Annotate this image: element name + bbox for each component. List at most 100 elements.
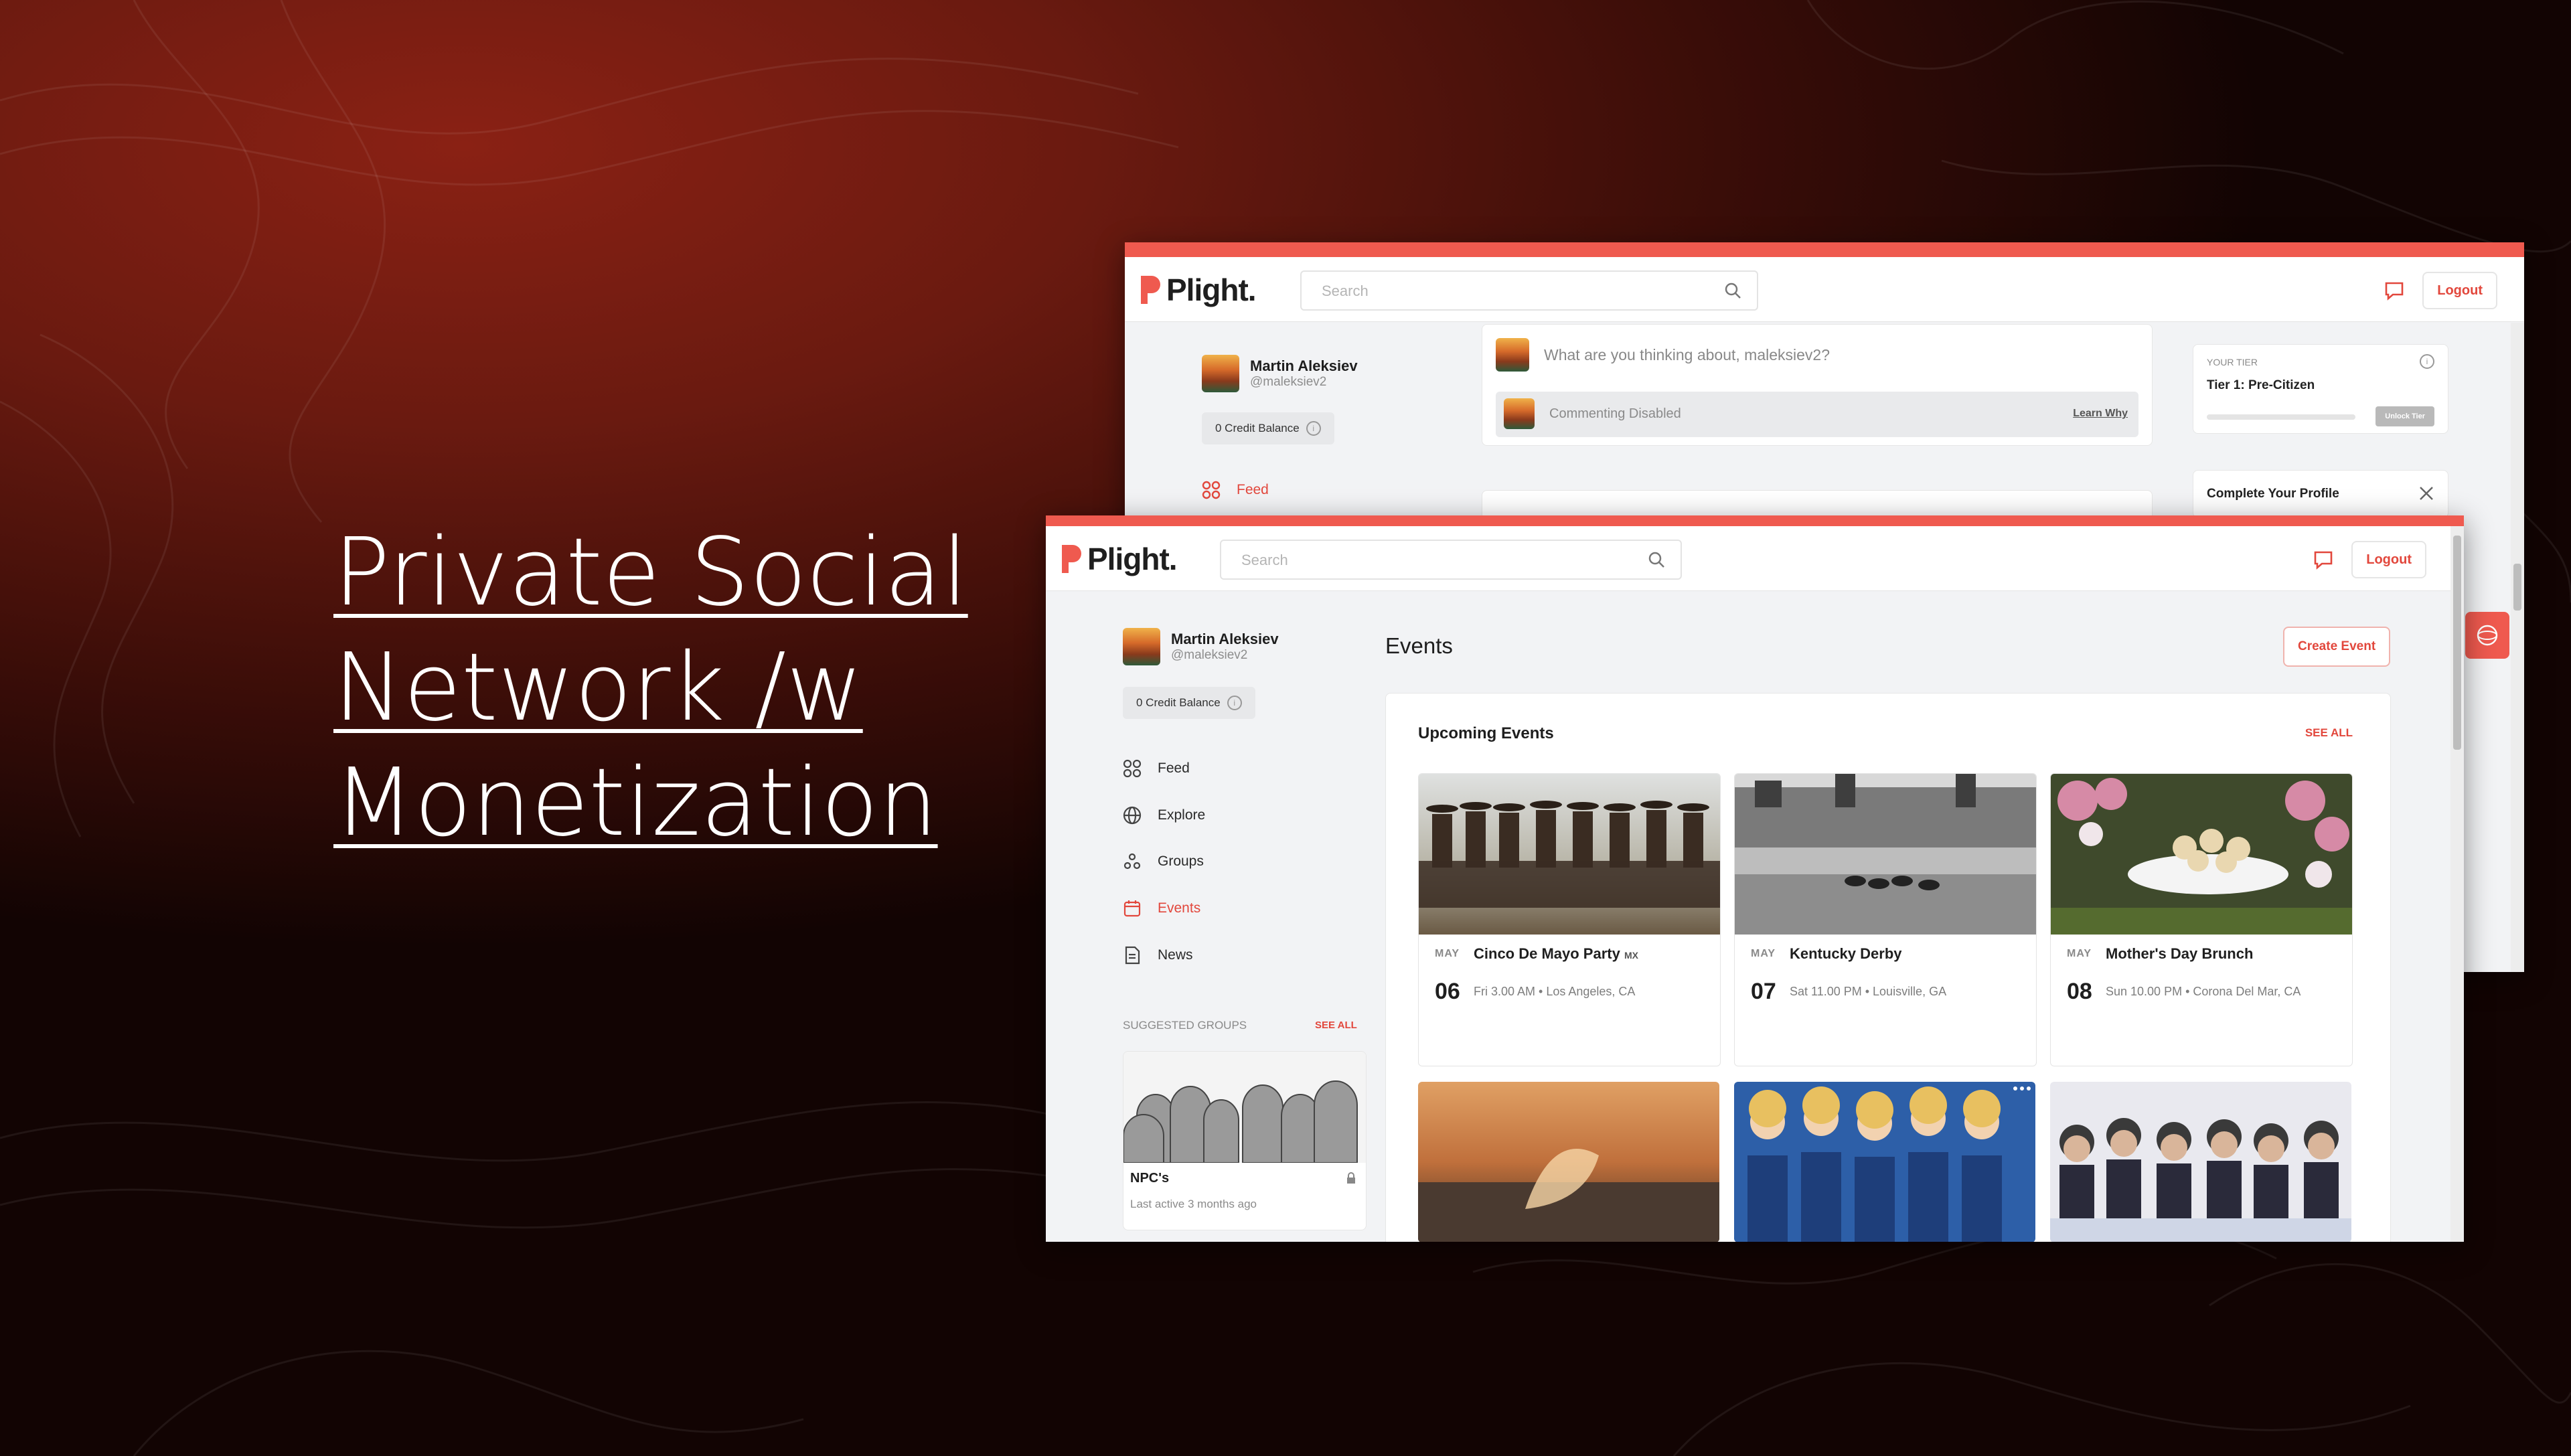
lock-icon	[1347, 1172, 1355, 1184]
event-month: MAY	[1435, 948, 1460, 959]
chat-icon[interactable]	[2313, 549, 2334, 570]
event-title: Kentucky Derby	[1790, 945, 1902, 962]
commenting-disabled-text: Commenting Disabled	[1549, 406, 1681, 421]
globe-icon	[1123, 806, 1142, 825]
event-day: 08	[2067, 979, 2092, 1004]
post-composer: What are you thinking about, maleksiev2?…	[1482, 324, 2153, 446]
event-image	[1419, 774, 1720, 935]
logout-button[interactable]: Logout	[2422, 272, 2497, 309]
event-flag: MX	[1624, 950, 1638, 961]
nav-item-feed[interactable]: Feed	[1202, 481, 1269, 499]
event-meta: Sat 11.00 PM • Louisville, GA	[1790, 985, 1947, 998]
user-name: Martin Aleksiev	[1250, 357, 1358, 374]
search-placeholder: Search	[1322, 282, 1369, 299]
sidebar-item-news[interactable]: News	[1123, 946, 1193, 965]
credit-balance-label: 0 Credit Balance	[1215, 422, 1300, 434]
floating-action-button[interactable]	[2465, 612, 2509, 659]
tier-card: YOUR TIER i Tier 1: Pre-Citizen Unlock T…	[2193, 344, 2448, 434]
groups-icon	[1123, 853, 1141, 870]
avatar[interactable]	[1202, 355, 1239, 392]
scrollbar-thumb[interactable]	[2453, 536, 2461, 750]
chat-icon[interactable]	[2384, 280, 2405, 301]
headline-line-1: Private Social	[333, 518, 968, 627]
search-icon	[1648, 552, 1664, 568]
user-name: Martin Aleksiev	[1171, 631, 1279, 647]
sidebar-item-label: Feed	[1158, 760, 1190, 776]
event-card[interactable]: MAY Mother's Day Brunch 08 Sun 10.00 PM …	[2050, 773, 2353, 1066]
headline: Private Social Network /w Monetization	[333, 515, 1057, 861]
document-icon	[1125, 946, 1140, 965]
avatar	[1123, 628, 1160, 665]
tier-name: Tier 1: Pre-Citizen	[2207, 378, 2315, 392]
create-event-button[interactable]: Create Event	[2283, 627, 2391, 667]
info-icon: i	[1227, 696, 1242, 710]
event-image	[2051, 774, 2352, 935]
page-title: Events	[1385, 633, 1453, 658]
event-month: MAY	[2067, 948, 2092, 959]
complete-profile-card[interactable]: Complete Your Profile	[2193, 470, 2448, 518]
event-image	[2050, 1082, 2351, 1242]
event-image	[1734, 1082, 2035, 1242]
upcoming-events-title: Upcoming Events	[1418, 724, 1554, 742]
event-month: MAY	[1751, 948, 1776, 959]
brand-name: Plight.	[1087, 542, 1178, 576]
upcoming-events-see-all[interactable]: SEE ALL	[2305, 726, 2353, 740]
event-card[interactable]: MAY Cinco De Mayo Party MX 06 Fri 3.00 A…	[1418, 773, 1721, 1066]
scrollbar-thumb[interactable]	[2513, 564, 2521, 611]
logout-button[interactable]: Logout	[2351, 541, 2426, 578]
info-icon: i	[1306, 421, 1321, 436]
close-icon[interactable]	[2418, 485, 2434, 501]
user-profile[interactable]: Martin Aleksiev @maleksiev2	[1123, 628, 1279, 665]
headline-line-3: Monetization	[333, 748, 938, 858]
event-meta: Fri 3.00 AM • Los Angeles, CA	[1474, 985, 1636, 998]
event-day: 07	[1751, 979, 1776, 1004]
front-screenshot: Plight. Search Logout Martin Aleksiev @m…	[1046, 515, 2464, 1242]
scrollbar[interactable]	[2450, 526, 2464, 1242]
credit-balance[interactable]: 0 Credit Balance i	[1202, 412, 1334, 444]
app-header: Plight. Search Logout	[1046, 526, 2464, 591]
group-name: NPC's	[1130, 1171, 1170, 1186]
composer-avatar	[1496, 338, 1529, 372]
event-day: 06	[1435, 979, 1460, 1004]
event-card[interactable]	[2050, 1082, 2351, 1242]
event-title: Cinco De Mayo Party MX	[1474, 945, 1638, 962]
suggested-groups-heading: SUGGESTED GROUPS	[1123, 1019, 1247, 1032]
group-image	[1123, 1052, 1366, 1163]
complete-profile-label: Complete Your Profile	[2207, 487, 2339, 501]
commenting-disabled-bar: Commenting Disabled Learn Why	[1496, 392, 2138, 437]
top-accent-bar	[1125, 242, 2524, 257]
user-handle: @maleksiev2	[1250, 375, 1327, 389]
search-input[interactable]: Search	[1300, 270, 1758, 311]
search-icon	[1725, 282, 1741, 299]
brand-logo[interactable]: Plight.	[1138, 272, 1257, 308]
search-input[interactable]: Search	[1220, 540, 1682, 580]
brand-logo[interactable]: Plight.	[1059, 541, 1178, 577]
sidebar-item-explore[interactable]: Explore	[1123, 806, 1205, 825]
event-image	[1735, 774, 2036, 935]
logo-mark-icon	[1062, 545, 1081, 573]
grid-icon	[1202, 481, 1221, 499]
credit-balance[interactable]: 0 Credit Balance i	[1123, 687, 1255, 719]
composer-input[interactable]: What are you thinking about, maleksiev2?	[1544, 346, 1830, 364]
sidebar-item-groups[interactable]: Groups	[1123, 852, 1204, 871]
sidebar-item-events[interactable]: Events	[1123, 899, 1200, 918]
event-meta: Sun 10.00 PM • Corona Del Mar, CA	[2106, 985, 2301, 998]
brand-name: Plight.	[1166, 272, 1257, 307]
suggested-groups-see-all[interactable]: SEE ALL	[1315, 1020, 1357, 1031]
group-card[interactable]: NPC's Last active 3 months ago	[1123, 1051, 1367, 1230]
tier-progress	[2207, 414, 2355, 420]
info-icon: i	[2420, 354, 2434, 369]
learn-why-link[interactable]: Learn Why	[2073, 408, 2128, 420]
event-card[interactable]: MAY Kentucky Derby 07 Sat 11.00 PM • Lou…	[1734, 773, 2037, 1066]
event-title: Mother's Day Brunch	[2106, 945, 2254, 962]
unlock-tier-button[interactable]: Unlock Tier	[2375, 406, 2434, 426]
sidebar-item-feed[interactable]: Feed	[1123, 759, 1190, 778]
nav-label: Feed	[1237, 482, 1269, 497]
credit-balance-label: 0 Credit Balance	[1136, 696, 1221, 709]
tier-label: YOUR TIER	[2207, 357, 2258, 368]
scrollbar[interactable]	[2511, 323, 2524, 972]
logo-mark-icon	[1141, 276, 1160, 304]
event-image	[1418, 1082, 1719, 1242]
event-card[interactable]	[1418, 1082, 1719, 1242]
event-card[interactable]	[1734, 1082, 2035, 1242]
